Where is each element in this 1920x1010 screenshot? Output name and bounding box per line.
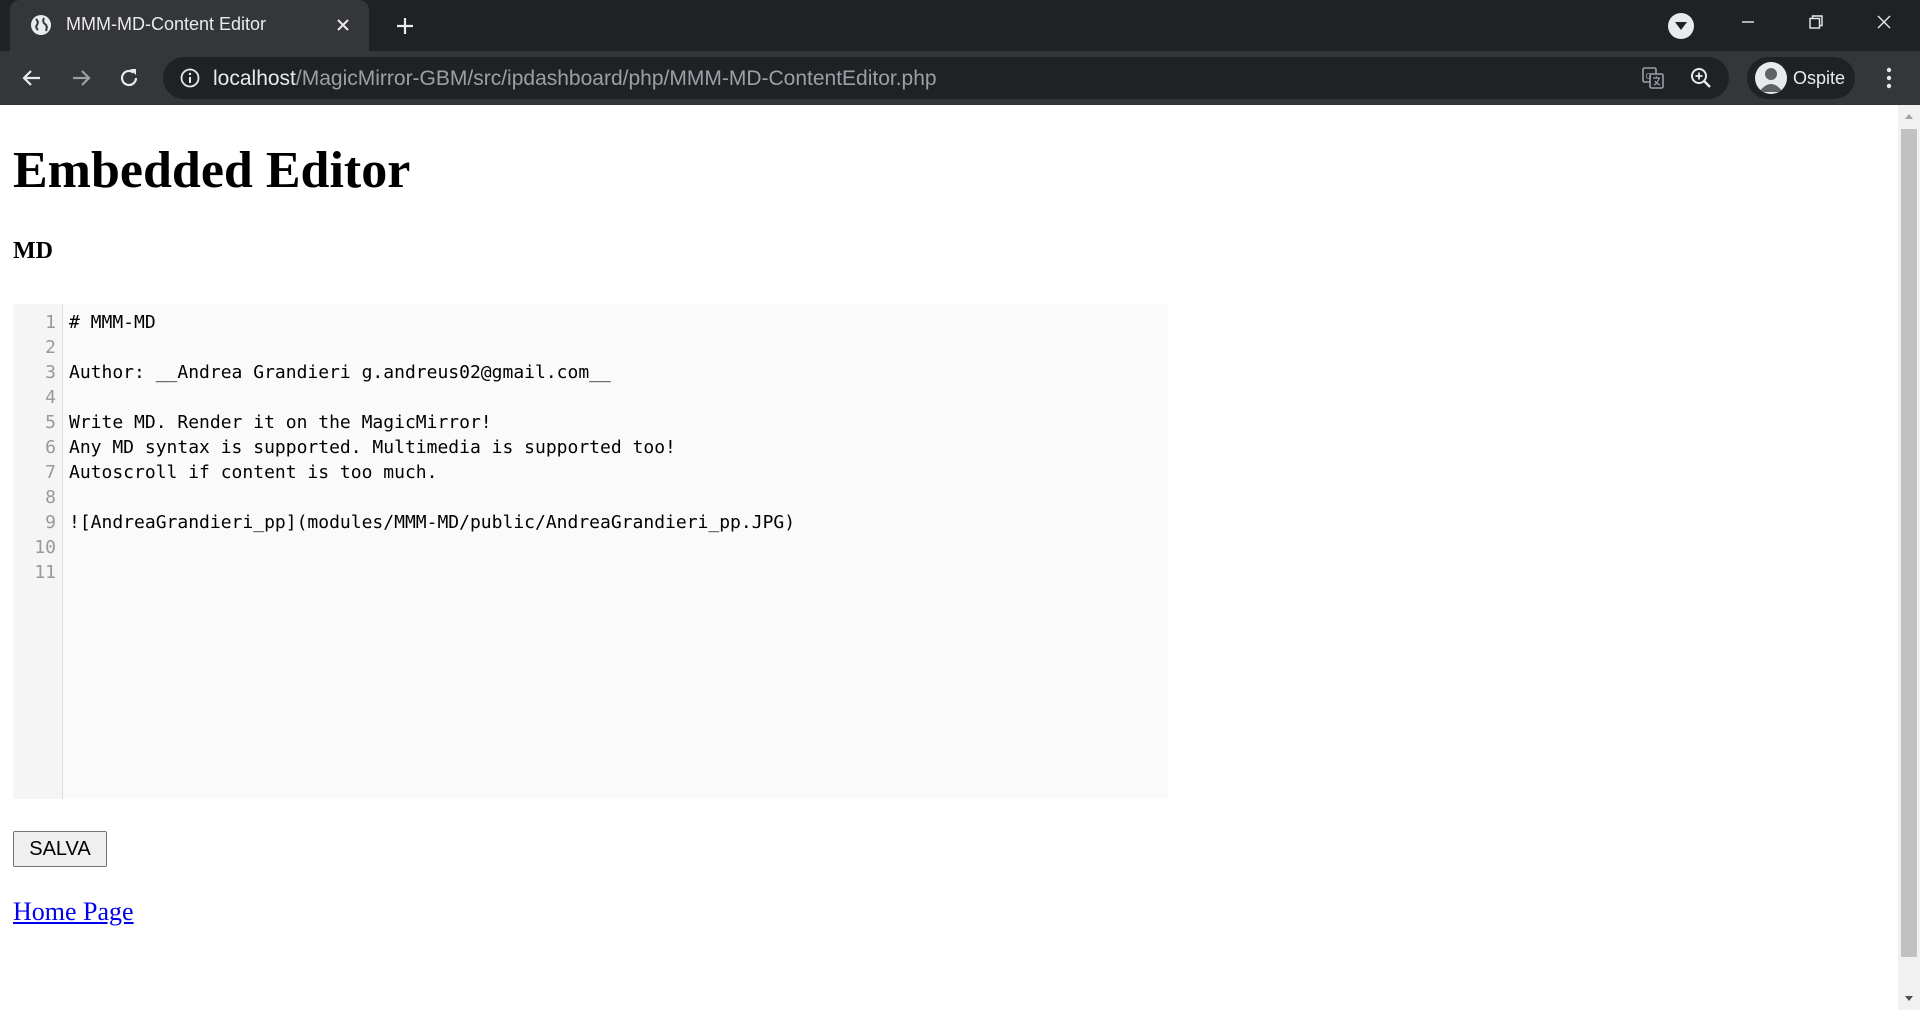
kebab-menu-icon bbox=[1886, 67, 1892, 89]
code-line[interactable]: # MMM-MD bbox=[69, 310, 156, 335]
scroll-down-button[interactable] bbox=[1898, 988, 1920, 1010]
profile-button[interactable]: Ospite bbox=[1747, 57, 1855, 99]
line-number: 7 bbox=[45, 462, 56, 483]
line-number: 10 bbox=[34, 537, 56, 558]
reload-icon bbox=[120, 69, 138, 87]
code-line[interactable]: Autoscroll if content is too much. bbox=[69, 460, 437, 485]
back-button[interactable] bbox=[17, 63, 47, 93]
line-number-gutter: 1 2 3 4 5 6 7 8 9 10 11 bbox=[13, 304, 63, 799]
translate-icon[interactable]: G bbox=[1641, 66, 1665, 90]
code-editor[interactable]: 1 2 3 4 5 6 7 8 9 10 11 # MMM-MD Author:… bbox=[13, 304, 1168, 799]
avatar bbox=[1755, 62, 1787, 94]
code-line[interactable]: Any MD syntax is supported. Multimedia i… bbox=[69, 435, 676, 460]
line-number: 6 bbox=[45, 437, 56, 458]
new-tab-button[interactable] bbox=[392, 13, 418, 39]
browser-menu-button[interactable] bbox=[1874, 63, 1904, 93]
line-number: 5 bbox=[45, 412, 56, 433]
chevron-down-icon bbox=[1675, 22, 1687, 30]
line-number: 3 bbox=[45, 362, 56, 383]
tab-search-button[interactable] bbox=[1668, 13, 1694, 39]
zoom-in-icon[interactable] bbox=[1689, 66, 1713, 90]
scroll-up-button[interactable] bbox=[1898, 105, 1920, 127]
url-host: localhost bbox=[213, 67, 296, 90]
arrow-right-icon bbox=[73, 70, 91, 86]
window-close-icon bbox=[1877, 15, 1891, 29]
section-title: MD bbox=[13, 238, 53, 264]
person-icon bbox=[1759, 68, 1783, 92]
line-number: 9 bbox=[45, 512, 56, 533]
globe-icon bbox=[30, 14, 52, 36]
browser-toolbar: localhost/MagicMirror-GBM/src/ipdashboar… bbox=[0, 51, 1920, 105]
code-line[interactable]: ![AndreaGrandieri_pp](modules/MMM-MD/pub… bbox=[69, 510, 795, 535]
browser-tab[interactable]: MMM-MD-Content Editor bbox=[10, 0, 369, 51]
triangle-up-icon bbox=[1905, 114, 1913, 119]
home-page-link[interactable]: Home Page bbox=[13, 897, 134, 927]
window-close-button[interactable] bbox=[1852, 0, 1916, 44]
info-icon[interactable] bbox=[179, 67, 201, 89]
browser-titlebar: MMM-MD-Content Editor bbox=[0, 0, 1920, 51]
page-scrollbar[interactable] bbox=[1898, 105, 1920, 1010]
minimize-icon bbox=[1742, 21, 1754, 23]
line-number: 4 bbox=[45, 387, 56, 408]
plus-icon bbox=[397, 18, 413, 34]
tab-title: MMM-MD-Content Editor bbox=[66, 14, 267, 34]
url-text[interactable]: localhost/MagicMirror-GBM/src/ipdashboar… bbox=[213, 67, 937, 91]
arrow-left-icon bbox=[22, 70, 40, 86]
url-path: /MagicMirror-GBM/src/ipdashboard/php/MMM… bbox=[295, 67, 937, 90]
line-number: 1 bbox=[45, 312, 56, 333]
page-content: Embedded Editor MD 1 2 3 4 5 6 7 8 9 10 … bbox=[0, 105, 1898, 1010]
svg-text:G: G bbox=[1646, 72, 1652, 81]
reload-button[interactable] bbox=[114, 63, 144, 93]
code-line[interactable]: Write MD. Render it on the MagicMirror! bbox=[69, 410, 492, 435]
page-title: Embedded Editor bbox=[13, 142, 411, 199]
line-number: 11 bbox=[34, 562, 56, 583]
line-number: 2 bbox=[45, 337, 56, 358]
profile-name: Ospite bbox=[1793, 68, 1846, 88]
code-line[interactable]: Author: __Andrea Grandieri g.andreus02@g… bbox=[69, 360, 611, 385]
line-number: 8 bbox=[45, 487, 56, 508]
address-bar[interactable]: localhost/MagicMirror-GBM/src/ipdashboar… bbox=[163, 57, 1729, 99]
close-icon[interactable] bbox=[332, 14, 354, 36]
scrollbar-thumb[interactable] bbox=[1901, 129, 1917, 957]
restore-icon bbox=[1809, 15, 1823, 29]
restore-button[interactable] bbox=[1784, 0, 1848, 44]
forward-button[interactable] bbox=[66, 63, 96, 93]
save-button[interactable]: SALVA bbox=[13, 831, 107, 867]
minimize-button[interactable] bbox=[1716, 0, 1780, 44]
triangle-down-icon bbox=[1905, 996, 1913, 1001]
